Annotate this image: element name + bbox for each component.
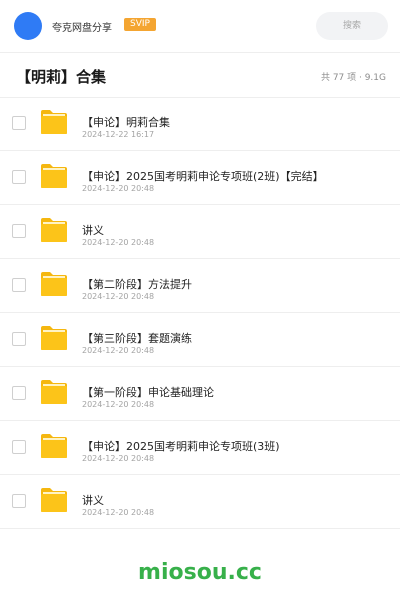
folder-icon	[41, 272, 67, 296]
file-row[interactable]: 【第二阶段】方法提升 2024-12-20 20:48	[0, 259, 400, 313]
folder-icon	[41, 326, 67, 350]
row-checkbox[interactable]	[12, 494, 26, 508]
folder-icon	[41, 218, 67, 242]
search-input[interactable]	[316, 12, 388, 40]
file-row[interactable]: 【申论】2025国考明莉申论专项班(2班)【完结】 2024-12-20 20:…	[0, 151, 400, 205]
folder-icon	[41, 488, 67, 512]
folder-icon	[41, 434, 67, 458]
file-name: 【第三阶段】套题演练	[82, 332, 192, 345]
app-name: 夸克网盘分享	[52, 23, 112, 34]
file-name: 【第二阶段】方法提升	[82, 278, 192, 291]
row-checkbox[interactable]	[12, 440, 26, 454]
avatar[interactable]	[14, 12, 42, 40]
file-date: 2024-12-20 20:48	[82, 238, 155, 247]
page-title: 【明莉】合集	[16, 68, 107, 86]
file-name: 讲义	[82, 224, 104, 237]
svip-badge: SVIP	[124, 18, 156, 31]
folder-icon	[41, 164, 67, 188]
file-date: 2024-12-20 20:48	[82, 454, 155, 463]
header-bar: 夸克网盘分享 SVIP	[0, 0, 400, 53]
file-row[interactable]: 讲义 2024-12-20 20:48	[0, 205, 400, 259]
row-checkbox[interactable]	[12, 278, 26, 292]
file-date: 2024-12-20 20:48	[82, 400, 155, 409]
folder-icon	[41, 380, 67, 404]
folder-summary: 共 77 项 · 9.1G	[320, 73, 386, 83]
folder-icon	[41, 110, 67, 134]
row-checkbox[interactable]	[12, 332, 26, 346]
share-page: 夸克网盘分享 SVIP 【明莉】合集 共 77 项 · 9.1G 【申论】明莉合…	[0, 0, 400, 600]
file-row[interactable]: 讲义 2024-12-20 20:48	[0, 475, 400, 529]
file-name: 讲义	[82, 494, 104, 507]
row-checkbox[interactable]	[12, 224, 26, 238]
file-date: 2024-12-20 20:48	[82, 292, 155, 301]
file-date: 2024-12-20 20:48	[82, 508, 155, 517]
file-row[interactable]: 【申论】明莉合集 2024-12-22 16:17	[0, 97, 400, 151]
watermark: miosou.cc	[138, 560, 262, 585]
file-row[interactable]: 【第一阶段】申论基础理论 2024-12-20 20:48	[0, 367, 400, 421]
file-list: 【申论】明莉合集 2024-12-22 16:17 【申论】2025国考明莉申论…	[0, 97, 400, 529]
file-row[interactable]: 【申论】2025国考明莉申论专项班(3班) 2024-12-20 20:48	[0, 421, 400, 475]
file-name: 【申论】2025国考明莉申论专项班(2班)【完结】	[82, 170, 324, 183]
file-row[interactable]: 【第三阶段】套题演练 2024-12-20 20:48	[0, 313, 400, 367]
file-name: 【申论】2025国考明莉申论专项班(3班)	[82, 440, 280, 453]
file-date: 2024-12-22 16:17	[82, 130, 155, 139]
row-checkbox[interactable]	[12, 116, 26, 130]
file-name: 【第一阶段】申论基础理论	[82, 386, 214, 399]
folder-title-bar: 【明莉】合集 共 77 项 · 9.1G	[0, 53, 400, 98]
file-date: 2024-12-20 20:48	[82, 184, 155, 193]
row-checkbox[interactable]	[12, 170, 26, 184]
row-checkbox[interactable]	[12, 386, 26, 400]
file-name: 【申论】明莉合集	[82, 116, 170, 129]
file-date: 2024-12-20 20:48	[82, 346, 155, 355]
